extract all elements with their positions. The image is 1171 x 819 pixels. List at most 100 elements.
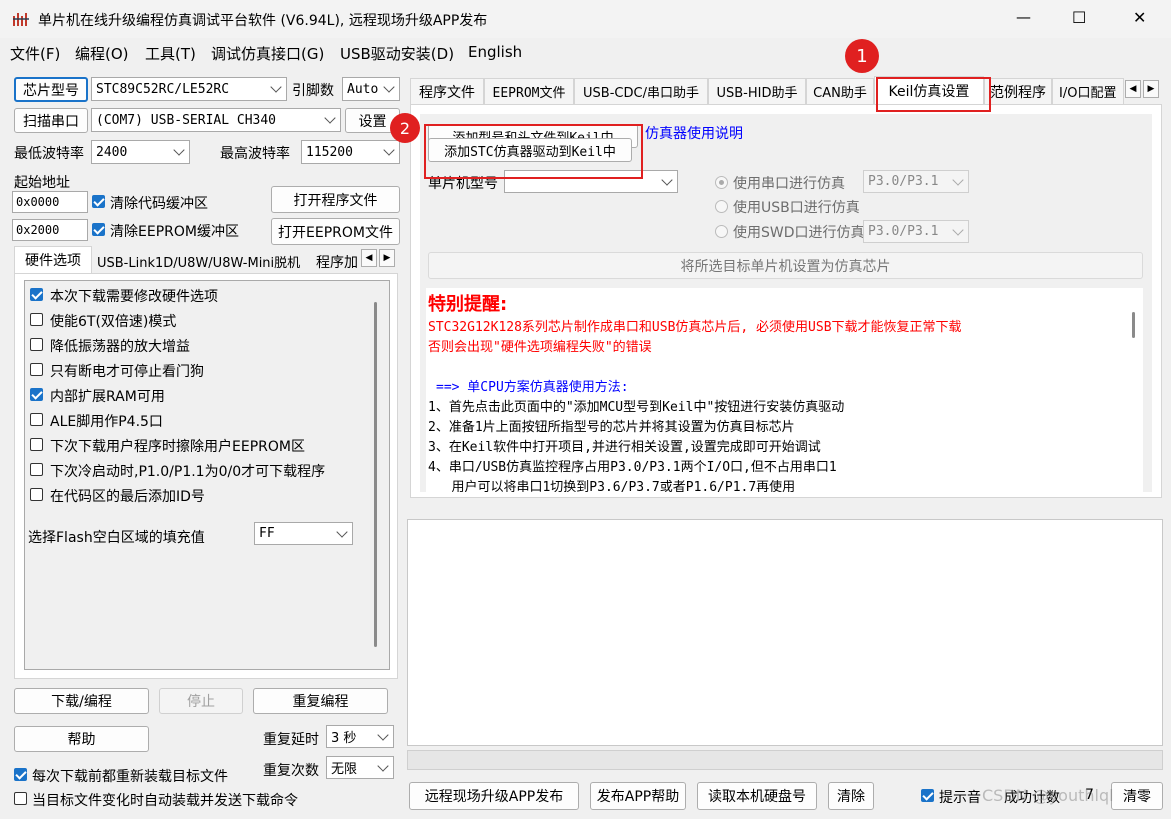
option-checkbox[interactable]	[30, 338, 43, 351]
menu-debug-interface[interactable]: 调试仿真接口(G)	[211, 43, 324, 64]
menu-english[interactable]: English	[468, 43, 522, 61]
publish-app-button[interactable]: 远程现场升级APP发布	[409, 782, 579, 810]
tab-eeprom-file[interactable]: EEPROM文件	[484, 78, 574, 104]
reload-each-checkbox[interactable]	[14, 768, 27, 781]
option-checkbox[interactable]	[30, 388, 43, 401]
watermark: CSDN @youthlql	[982, 786, 1114, 805]
chip-model-value: STC89C52RC/LE52RC	[96, 81, 230, 97]
left-tab-hardware[interactable]: 硬件选项	[14, 246, 92, 273]
clear-eeprom-label: 清除EEPROM缓冲区	[110, 224, 239, 240]
fill-value-label: 选择Flash空白区域的填充值	[28, 530, 205, 546]
reload-each-label: 每次下载前都重新装载目标文件	[32, 769, 228, 785]
marker-circle-2: 2	[390, 113, 420, 143]
notice-scrollbar-thumb[interactable]	[1132, 312, 1135, 338]
highlight-box-add-driver	[424, 124, 643, 179]
option-checkbox[interactable]	[30, 413, 43, 426]
output-log[interactable]	[407, 519, 1163, 746]
repeat-delay-select[interactable]: 3 秒	[326, 725, 394, 748]
minimize-icon[interactable]: —	[1016, 8, 1031, 26]
scan-port-button[interactable]: 扫描串口	[14, 108, 88, 133]
max-baud-select[interactable]: 115200	[301, 140, 400, 164]
radio-usb-emulation[interactable]	[715, 200, 728, 213]
auto-reload-checkbox[interactable]	[14, 792, 27, 805]
swd-port-select[interactable]: P3.0/P3.1	[863, 220, 969, 243]
tab-program-file[interactable]: 程序文件	[410, 78, 484, 104]
chip-model-select[interactable]: STC89C52RC/LE52RC	[91, 77, 287, 101]
option-checkbox[interactable]	[30, 463, 43, 476]
options-scrollbar[interactable]	[372, 282, 382, 668]
beep-checkbox[interactable]	[921, 789, 934, 802]
radio-swd-emulation[interactable]	[715, 225, 728, 238]
close-icon[interactable]: ✕	[1133, 8, 1146, 27]
clear-code-checkbox[interactable]	[92, 195, 105, 208]
left-tab-usb-link[interactable]: USB-Link1D/U8W/U8W-Mini脱机	[97, 252, 300, 271]
tab-scroll-left-icon[interactable]: ◀	[361, 249, 377, 267]
tab-scroll-right-icon[interactable]: ▶	[379, 249, 395, 267]
tab-io-config[interactable]: I/O口配置	[1052, 78, 1124, 104]
com-port-select[interactable]: (COM7) USB-SERIAL CH340	[91, 108, 341, 132]
stop-button[interactable]: 停止	[159, 688, 243, 714]
left-tab-program-add[interactable]: 程序加	[316, 252, 358, 272]
tab-can[interactable]: CAN助手	[806, 78, 874, 104]
clear-eeprom-checkbox[interactable]	[92, 223, 105, 236]
chevron-down-icon	[383, 144, 395, 156]
read-disk-id-button[interactable]: 读取本机硬盘号	[697, 782, 817, 810]
repeat-program-button[interactable]: 重复编程	[253, 688, 388, 714]
menu-tools[interactable]: 工具(T)	[145, 43, 196, 64]
menu-file[interactable]: 文件(F)	[10, 43, 60, 64]
chevron-down-icon	[383, 81, 395, 93]
emulator-help-link[interactable]: 仿真器使用说明	[645, 123, 743, 143]
tab-scroll-right-icon[interactable]: ▶	[1143, 80, 1159, 98]
left-tab-hardware-label: 硬件选项	[25, 253, 81, 269]
min-baud-value: 2400	[96, 144, 128, 160]
window-title: 单片机在线升级编程仿真调试平台软件 (V6.94L), 远程现场升级APP发布	[38, 13, 488, 29]
download-program-button[interactable]: 下载/编程	[14, 688, 149, 714]
set-target-emulation-chip-button[interactable]: 将所选目标单片机设置为仿真芯片	[428, 252, 1143, 279]
tab-usb-cdc[interactable]: USB-CDC/串口助手	[574, 78, 708, 104]
options-scrollbar-thumb[interactable]	[374, 302, 377, 647]
repeat-delay-value: 3 秒	[331, 731, 357, 746]
radio-serial-emulation[interactable]	[715, 176, 728, 189]
serial-port-value: P3.0/P3.1	[868, 174, 939, 189]
fill-value-select[interactable]: FF	[254, 522, 353, 545]
tab-examples[interactable]: 范例程序	[984, 78, 1052, 104]
tab-scroll-left-icon[interactable]: ◀	[1125, 80, 1141, 98]
option-label: 下次下载用户程序时擦除用户EEPROM区	[50, 439, 305, 455]
notice-line-1: STC32G12K128系列芯片制作成串口和USB仿真芯片后, 必须使用USB下…	[428, 320, 962, 335]
chip-model-button[interactable]: 芯片型号	[14, 77, 88, 102]
app-icon	[12, 10, 30, 28]
marker-2-label: 2	[399, 118, 411, 138]
reset-count-button[interactable]: 清零	[1111, 782, 1163, 810]
option-label: 只有断电才可停止看门狗	[50, 364, 204, 380]
option-checkbox[interactable]	[30, 363, 43, 376]
min-baud-select[interactable]: 2400	[91, 140, 190, 164]
menu-usb-driver[interactable]: USB驱动安装(D)	[340, 43, 454, 64]
highlight-box-keil-tab	[876, 77, 991, 112]
maximize-icon[interactable]: ☐	[1072, 8, 1086, 27]
option-checkbox[interactable]	[30, 288, 43, 301]
serial-port-select[interactable]: P3.0/P3.1	[863, 170, 969, 193]
help-button[interactable]: 帮助	[14, 726, 149, 752]
notice-textbox: 特别提醒: STC32G12K128系列芯片制作成串口和USB仿真芯片后, 必须…	[426, 288, 1143, 492]
com-port-value: (COM7) USB-SERIAL CH340	[96, 112, 277, 128]
open-eeprom-file-button[interactable]: 打开EEPROM文件	[271, 218, 400, 245]
clear-log-button[interactable]: 清除	[828, 782, 874, 810]
option-checkbox[interactable]	[30, 438, 43, 451]
tab-usb-hid[interactable]: USB-HID助手	[708, 78, 806, 104]
pin-count-select[interactable]: Auto	[342, 77, 400, 101]
option-checkbox[interactable]	[30, 488, 43, 501]
swd-port-value: P3.0/P3.1	[868, 224, 939, 239]
repeat-count-select[interactable]: 无限	[326, 756, 394, 779]
chevron-down-icon	[661, 173, 673, 186]
option-checkbox[interactable]	[30, 313, 43, 326]
radio-swd-label: 使用SWD口进行仿真	[733, 225, 865, 241]
chevron-down-icon	[377, 759, 389, 772]
notice-scrollbar[interactable]	[1129, 290, 1139, 490]
code-address-input[interactable]: 0x0000	[12, 191, 88, 213]
open-program-file-button[interactable]: 打开程序文件	[271, 186, 400, 213]
method-step: 3、在Keil软件中打开项目,并进行相关设置,设置完成即可开始调试	[428, 440, 821, 455]
eeprom-address-input[interactable]: 0x2000	[12, 219, 88, 241]
menu-program[interactable]: 编程(O)	[75, 43, 129, 64]
publish-help-button[interactable]: 发布APP帮助	[590, 782, 686, 810]
auto-reload-label: 当目标文件变化时自动装载并发送下载命令	[32, 793, 298, 809]
